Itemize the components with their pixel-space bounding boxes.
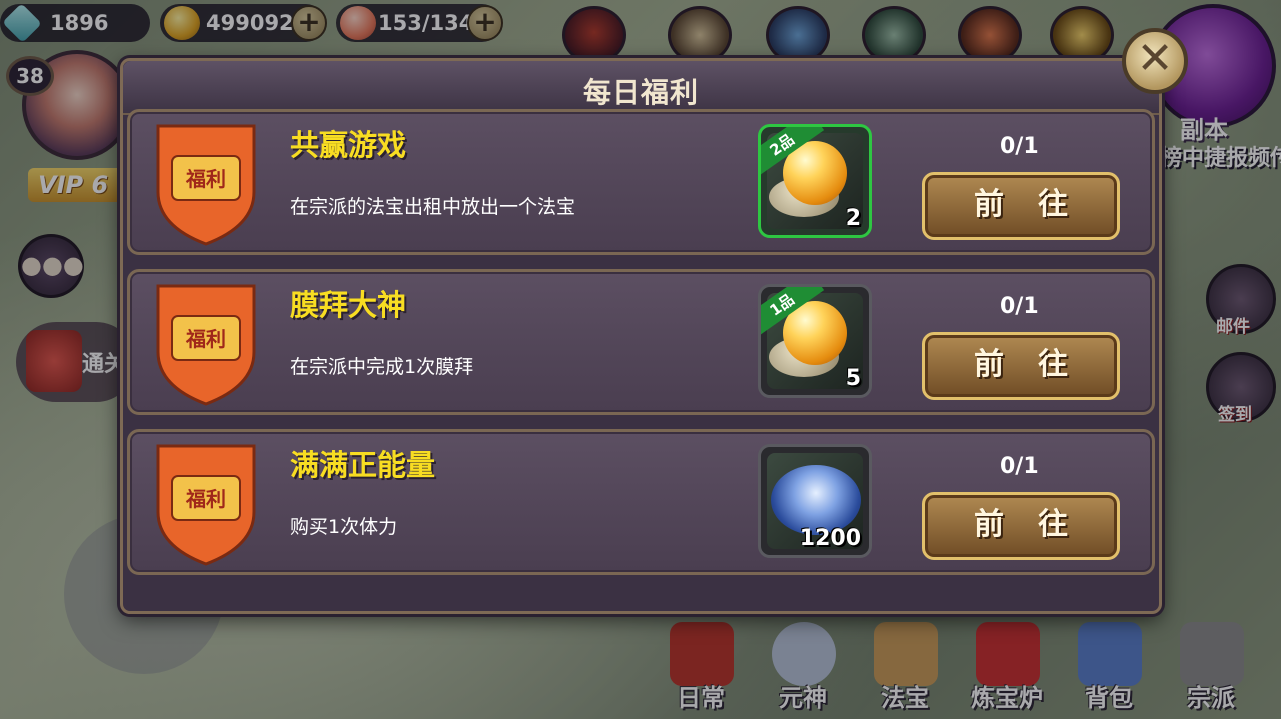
close-icon: ✕	[1136, 33, 1174, 84]
task-row: 福利 共赢游戏 在宗派的法宝出租中放出一个法宝 2品 2 0/1 前往	[127, 109, 1155, 255]
welfare-shield-icon: 福利	[156, 444, 256, 566]
shield-badge-text: 福利	[185, 327, 226, 351]
task-name: 膜拜大神	[290, 288, 407, 322]
task-name: 共赢游戏	[290, 128, 407, 162]
dialog-title: 每日福利	[582, 76, 699, 109]
shield-badge-text: 福利	[185, 487, 226, 511]
shield-badge-text: 福利	[185, 167, 226, 191]
go-button[interactable]: 前往	[922, 172, 1120, 240]
dialog-header: 每日福利	[123, 61, 1159, 115]
reward-quantity: 1200	[799, 526, 861, 551]
close-button[interactable]: ✕	[1122, 28, 1188, 94]
task-description: 购买1次体力	[290, 516, 398, 538]
task-progress: 0/1	[1000, 294, 1039, 319]
welfare-shield-icon: 福利	[156, 284, 256, 406]
task-description: 在宗派的法宝出租中放出一个法宝	[290, 196, 576, 218]
task-progress: 0/1	[1000, 134, 1039, 159]
blue-plate-icon	[771, 465, 861, 535]
welfare-shield-icon: 福利	[156, 124, 256, 246]
go-button[interactable]: 前往	[922, 492, 1120, 560]
reward-quantity: 2	[845, 206, 861, 231]
task-description: 在宗派中完成1次膜拜	[290, 356, 474, 378]
go-button[interactable]: 前往	[922, 332, 1120, 400]
task-name: 满满正能量	[290, 448, 436, 482]
task-row: 福利 膜拜大神 在宗派中完成1次膜拜 1品 5 0/1 前往	[127, 269, 1155, 415]
reward-slot[interactable]: 1200	[758, 444, 872, 558]
reward-slot[interactable]: 1品 5	[758, 284, 872, 398]
reward-quantity: 5	[845, 366, 861, 391]
daily-welfare-dialog: 每日福利 福利 共赢游戏 在宗派的法宝出租中放出一个法宝 2品 2 0/1 前往…	[120, 58, 1162, 614]
task-row: 福利 满满正能量 购买1次体力 1200 0/1 前往	[127, 429, 1155, 575]
task-progress: 0/1	[1000, 454, 1039, 479]
reward-slot[interactable]: 2品 2	[758, 124, 872, 238]
